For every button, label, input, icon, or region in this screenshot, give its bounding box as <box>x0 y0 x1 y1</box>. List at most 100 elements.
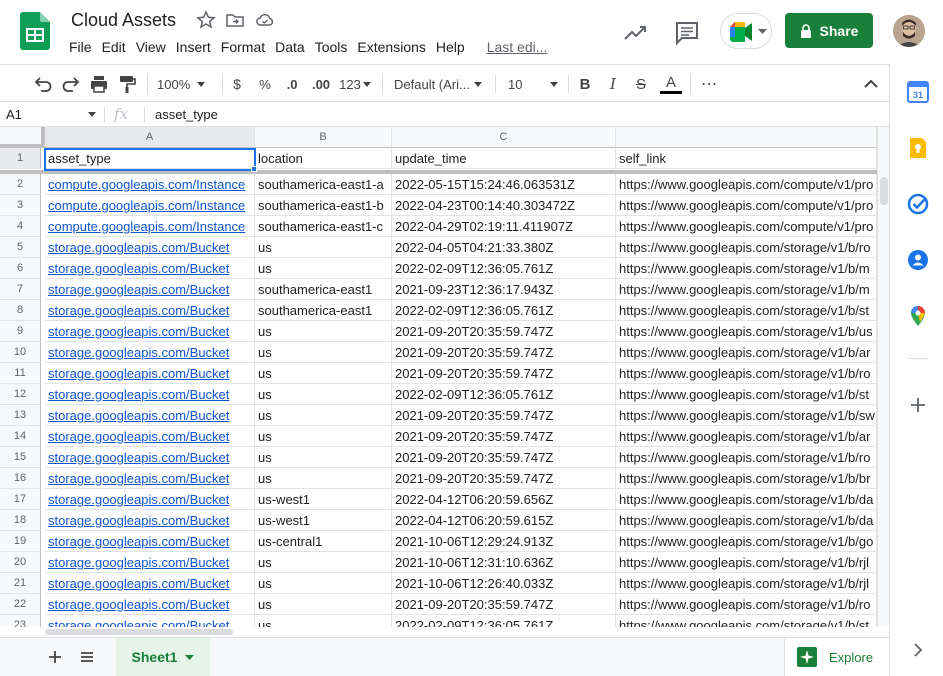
paint-format-icon[interactable] <box>116 73 138 95</box>
menu-view[interactable]: View <box>136 38 172 58</box>
cell-d[interactable]: https://www.googleapis.com/storage/v1/b/… <box>616 573 877 594</box>
column-header-b[interactable]: B <box>255 127 392 148</box>
keep-icon[interactable] <box>907 137 929 159</box>
cell-c[interactable]: 2021-09-20T20:35:59.747Z <box>392 342 616 363</box>
cell-a[interactable]: compute.googleapis.com/Instance <box>45 174 255 195</box>
menu-insert[interactable]: Insert <box>176 38 217 58</box>
cell-a[interactable]: storage.googleapis.com/Bucket <box>45 489 255 510</box>
cell-a[interactable]: storage.googleapis.com/Bucket <box>45 447 255 468</box>
cell-d[interactable]: https://www.googleapis.com/storage/v1/b/… <box>616 279 877 300</box>
cell-d[interactable]: https://www.googleapis.com/compute/v1/pr… <box>616 195 877 216</box>
cell-b[interactable]: us <box>255 405 392 426</box>
calendar-icon[interactable]: 31 <box>907 81 929 103</box>
menu-tools[interactable]: Tools <box>315 38 354 58</box>
cell-d[interactable]: https://www.googleapis.com/storage/v1/b/… <box>616 258 877 279</box>
percent-button[interactable]: % <box>256 73 274 95</box>
cell-a[interactable]: storage.googleapis.com/Bucket <box>45 237 255 258</box>
cell-b[interactable]: us <box>255 384 392 405</box>
cell-a[interactable]: storage.googleapis.com/Bucket <box>45 426 255 447</box>
cell-d[interactable]: https://www.googleapis.com/storage/v1/b/… <box>616 447 877 468</box>
add-addon-icon[interactable] <box>907 394 929 416</box>
cell-a[interactable]: asset_type <box>45 148 255 169</box>
cell-d[interactable]: https://www.googleapis.com/storage/v1/b/… <box>616 594 877 615</box>
horizontal-scrollbar[interactable] <box>45 627 877 637</box>
cell-d[interactable]: https://www.googleapis.com/storage/v1/b/… <box>616 300 877 321</box>
user-avatar[interactable] <box>893 15 925 47</box>
cell-a[interactable]: storage.googleapis.com/Bucket <box>45 405 255 426</box>
cell-a[interactable]: storage.googleapis.com/Bucket <box>45 594 255 615</box>
cell-c[interactable]: 2022-02-09T12:36:05.761Z <box>392 258 616 279</box>
menu-edit[interactable]: Edit <box>102 38 132 58</box>
menu-extensions[interactable]: Extensions <box>357 38 431 58</box>
strikethrough-button[interactable]: S <box>632 73 650 95</box>
last-edit-link[interactable]: Last edi... <box>487 38 554 58</box>
sheets-logo-icon[interactable] <box>20 12 50 50</box>
cell-c[interactable]: 2021-09-20T20:35:59.747Z <box>392 594 616 615</box>
increase-decimal-button[interactable]: .00 <box>309 73 333 95</box>
row-number[interactable]: 9 <box>0 321 41 342</box>
cell-b[interactable]: us <box>255 447 392 468</box>
cell-c[interactable]: 2022-04-12T06:20:59.615Z <box>392 510 616 531</box>
cell-c[interactable]: 2022-05-15T15:24:46.063531Z <box>392 174 616 195</box>
cell-d[interactable]: https://www.googleapis.com/storage/v1/b/… <box>616 531 877 552</box>
cell-b[interactable]: us <box>255 552 392 573</box>
horizontal-scroll-thumb[interactable] <box>45 629 233 635</box>
cell-b[interactable]: southamerica-east1-c <box>255 216 392 237</box>
decrease-decimal-button[interactable]: .0 <box>282 73 302 95</box>
row-number[interactable]: 22 <box>0 594 41 615</box>
share-button[interactable]: Share <box>785 13 873 48</box>
zoom-select[interactable]: 100% <box>157 73 217 95</box>
row-number[interactable]: 2 <box>0 174 41 195</box>
cell-a[interactable]: storage.googleapis.com/Bucket <box>45 342 255 363</box>
row-number[interactable]: 14 <box>0 426 41 447</box>
cell-b[interactable]: us <box>255 573 392 594</box>
comment-icon[interactable] <box>672 18 702 48</box>
undo-icon[interactable] <box>32 73 54 95</box>
row-number[interactable]: 5 <box>0 237 41 258</box>
cell-d[interactable]: self_link <box>616 148 877 169</box>
more-formats-button[interactable]: 123 <box>339 73 371 95</box>
formula-input[interactable]: asset_type <box>155 107 218 122</box>
cell-c[interactable]: 2021-09-20T20:35:59.747Z <box>392 405 616 426</box>
add-sheet-icon[interactable] <box>44 646 66 668</box>
row-number[interactable]: 19 <box>0 531 41 552</box>
cell-c[interactable]: 2021-10-06T12:29:24.913Z <box>392 531 616 552</box>
cell-b[interactable]: us <box>255 426 392 447</box>
cell-c[interactable]: 2021-10-06T12:26:40.033Z <box>392 573 616 594</box>
sheet-tab-sheet1[interactable]: Sheet1 <box>116 638 210 676</box>
cell-d[interactable]: https://www.googleapis.com/storage/v1/b/… <box>616 363 877 384</box>
cell-a[interactable]: storage.googleapis.com/Bucket <box>45 384 255 405</box>
row-number[interactable]: 17 <box>0 489 41 510</box>
cell-a[interactable]: storage.googleapis.com/Bucket <box>45 300 255 321</box>
redo-icon[interactable] <box>60 73 82 95</box>
cell-b[interactable]: us-west1 <box>255 489 392 510</box>
meet-button[interactable] <box>720 13 772 49</box>
menu-help[interactable]: Help <box>436 38 471 58</box>
cell-a[interactable]: storage.googleapis.com/Bucket <box>45 615 255 627</box>
row-number[interactable]: 15 <box>0 447 41 468</box>
cell-a[interactable]: storage.googleapis.com/Bucket <box>45 510 255 531</box>
cell-a[interactable]: compute.googleapis.com/Instance <box>45 195 255 216</box>
cell-c[interactable]: 2022-02-09T12:36:05.761Z <box>392 384 616 405</box>
cell-d[interactable]: https://www.googleapis.com/storage/v1/b/… <box>616 321 877 342</box>
cell-b[interactable]: us <box>255 237 392 258</box>
row-number[interactable]: 18 <box>0 510 41 531</box>
vertical-scrollbar[interactable] <box>877 127 889 627</box>
print-icon[interactable] <box>88 73 110 95</box>
cell-c[interactable]: 2021-09-20T20:35:59.747Z <box>392 468 616 489</box>
row-number[interactable]: 7 <box>0 279 41 300</box>
cell-d[interactable]: https://www.googleapis.com/storage/v1/b/… <box>616 468 877 489</box>
column-header-d[interactable] <box>616 127 877 148</box>
menu-format[interactable]: Format <box>221 38 271 58</box>
menu-data[interactable]: Data <box>275 38 311 58</box>
row-number[interactable]: 10 <box>0 342 41 363</box>
row-number[interactable]: 12 <box>0 384 41 405</box>
cell-c[interactable]: 2022-02-09T12:36:05.761Z <box>392 615 616 627</box>
collapse-menus-icon[interactable] <box>861 73 881 95</box>
column-header-a[interactable]: A <box>45 127 255 148</box>
cell-b[interactable]: southamerica-east1-a <box>255 174 392 195</box>
cell-b[interactable]: us-central1 <box>255 531 392 552</box>
document-title[interactable]: Cloud Assets <box>71 10 176 31</box>
move-folder-icon[interactable] <box>225 10 245 30</box>
cell-d[interactable]: https://www.googleapis.com/storage/v1/b/… <box>616 237 877 258</box>
